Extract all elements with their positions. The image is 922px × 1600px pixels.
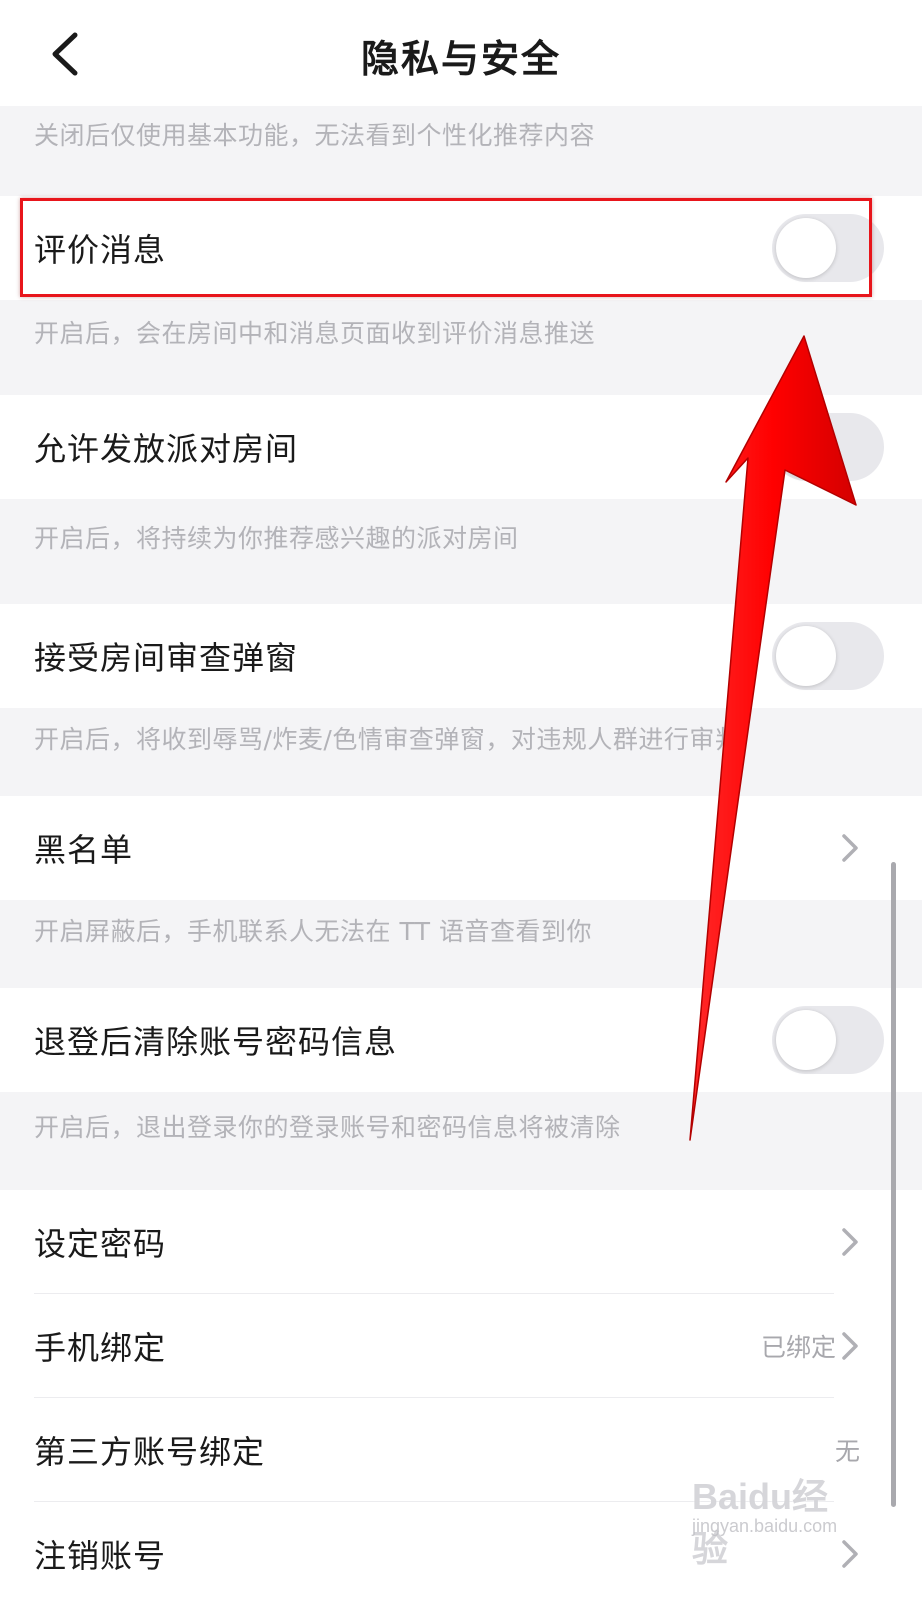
chevron-right-icon [842, 1228, 858, 1256]
phone-bind-row[interactable]: 手机绑定 已绑定 [0, 1294, 922, 1398]
toggle-knob [776, 1010, 836, 1070]
set-password-row[interactable]: 设定密码 [0, 1190, 922, 1294]
nav-bar: 隐私与安全 [0, 0, 922, 106]
page-title: 隐私与安全 [360, 37, 561, 81]
phone-bind-label: 手机绑定 [34, 1329, 167, 1367]
review-message-desc: 开启后，会在房间中和消息页面收到评价消息推送 [34, 319, 596, 348]
third-party-bind-label: 第三方账号绑定 [34, 1433, 266, 1471]
logout-clear-label: 退登后清除账号密码信息 [34, 1023, 398, 1061]
party-room-label: 允许发放派对房间 [34, 430, 299, 468]
review-message-row: 评价消息 [0, 196, 922, 300]
set-password-label: 设定密码 [34, 1225, 167, 1263]
party-room-toggle[interactable] [772, 413, 884, 481]
privacy-security-page: 隐私与安全 关闭后仅使用基本功能，无法看到个性化推荐内容 评价消息 开启后，会在… [0, 0, 922, 1600]
room-audit-desc: 开启后，将收到辱骂/炸麦/色情审查弹窗，对违规人群进行审判 [34, 725, 741, 754]
toggle-knob [776, 218, 836, 278]
party-room-row: 允许发放派对房间 [0, 395, 922, 499]
blacklist-label: 黑名单 [34, 831, 134, 869]
toggle-knob [776, 626, 836, 686]
logout-clear-desc: 开启后，退出登录你的登录账号和密码信息将被清除 [34, 1113, 621, 1142]
logout-clear-row: 退登后清除账号密码信息 [0, 988, 922, 1092]
chevron-right-icon [842, 1540, 858, 1568]
phone-bind-status: 已绑定 [760, 1333, 836, 1362]
logout-clear-toggle[interactable] [772, 1006, 884, 1074]
review-message-toggle[interactable] [772, 214, 884, 282]
third-party-bind-row[interactable]: 第三方账号绑定 无 [0, 1398, 922, 1502]
chevron-right-icon [842, 1332, 858, 1360]
room-audit-label: 接受房间审查弹窗 [34, 639, 299, 677]
review-message-label: 评价消息 [34, 231, 167, 269]
personalized-recommend-desc: 关闭后仅使用基本功能，无法看到个性化推荐内容 [34, 121, 596, 150]
room-audit-toggle[interactable] [772, 622, 884, 690]
chevron-right-icon [842, 834, 858, 862]
third-party-bind-status: 无 [834, 1437, 860, 1466]
cancel-account-row[interactable]: 注销账号 [0, 1502, 922, 1600]
scrollbar[interactable] [891, 862, 896, 1507]
blacklist-desc: 开启屏蔽后，手机联系人无法在 TT 语音查看到你 [34, 917, 592, 946]
room-audit-row: 接受房间审查弹窗 [0, 604, 922, 708]
toggle-knob [776, 417, 836, 477]
cancel-account-label: 注销账号 [34, 1537, 167, 1575]
blacklist-row[interactable]: 黑名单 [0, 796, 922, 900]
party-room-desc: 开启后，将持续为你推荐感兴趣的派对房间 [34, 524, 519, 553]
